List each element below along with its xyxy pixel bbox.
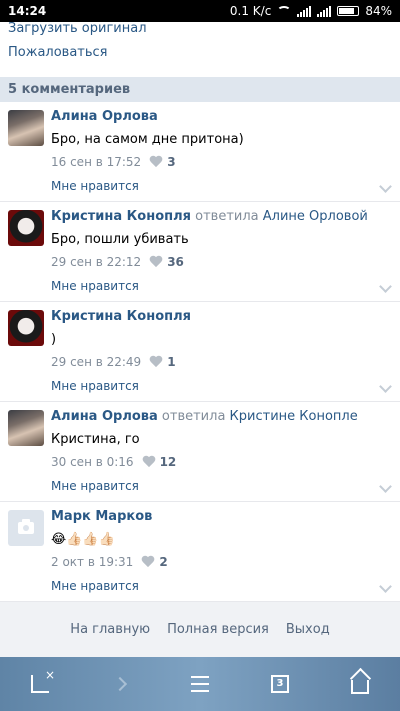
home-button[interactable] [346,670,374,698]
avatar[interactable] [8,310,44,346]
comment-author[interactable]: Алина Орлова [51,409,158,424]
avatar[interactable] [8,510,44,546]
comments-count-header: 5 комментариев [0,77,400,102]
like-button[interactable]: Мне нравится [51,579,139,593]
tabs-button[interactable]: 3 [266,670,294,698]
heart-icon [141,556,155,568]
signal-icon [297,5,312,17]
like-count: 12 [159,455,177,469]
heart-icon [149,156,163,168]
close-crop-icon: × [31,668,55,693]
comment-text: 😂👍🏻👍🏻👍🏻 [51,532,115,547]
home-icon [351,680,369,694]
like-count: 36 [167,255,184,269]
avatar[interactable] [8,210,44,246]
comment-date[interactable]: 16 сен в 17:52 [51,155,141,169]
comment-date[interactable]: 29 сен в 22:49 [51,355,141,369]
upload-original-link[interactable]: Загрузить оригинал [0,22,400,46]
comment-date[interactable]: 30 сен в 0:16 [51,455,134,469]
comment-item: Марк Марков 😂👍🏻👍🏻👍🏻 2 окт в 19:31 2 Мне … [0,502,400,602]
comment-author[interactable]: Алина Орлова [51,109,158,124]
report-link[interactable]: Пожаловаться [0,46,400,72]
avatar[interactable] [8,410,44,446]
chevron-down-icon[interactable] [379,580,392,593]
photo-actions: Загрузить оригинал Пожаловаться [0,22,400,72]
reply-word: ответила [161,409,226,424]
like-count: 2 [159,555,168,569]
comment-text: ) [51,332,57,347]
comment-date[interactable]: 29 сен в 22:12 [51,255,141,269]
like-count: 3 [167,155,176,169]
like-button[interactable]: Мне нравится [51,479,139,493]
chevron-right-icon [112,676,128,692]
comment-text: Бро, пошли убивать [51,232,189,247]
camera-icon [18,519,34,534]
comment-item: Кристина Конопля ответила Алине Орловой … [0,202,400,302]
chevron-down-icon[interactable] [379,180,392,193]
logout-link[interactable]: Выход [286,622,330,637]
comment-author[interactable]: Кристина Конопля [51,309,191,324]
browser-navbar: × 3 [0,657,400,711]
forward-button[interactable] [106,670,134,698]
chevron-down-icon[interactable] [379,480,392,493]
reply-word: ответила [195,209,259,224]
chevron-down-icon[interactable] [379,280,392,293]
comments-list: Алина Орлова Бро, на самом дне притона) … [0,102,400,602]
chevron-down-icon[interactable] [379,380,392,393]
home-link[interactable]: На главную [70,622,150,637]
status-bar: 14:24 0.1 K/c 84% [0,0,400,22]
status-time: 14:24 [8,4,47,18]
comment-author[interactable]: Марк Марков [51,509,152,524]
reply-to-link[interactable]: Кристине Конопле [230,409,358,424]
battery-icon [337,6,360,16]
menu-button[interactable] [186,670,214,698]
like-count: 1 [167,355,176,369]
comment-item: Алина Орлова Бро, на самом дне притона) … [0,102,400,202]
comment-item: Кристина Конопля ) 29 сен в 22:49 1 Мне … [0,302,400,402]
comment-date[interactable]: 2 окт в 19:31 [51,555,133,569]
comment-text: Кристина, го [51,432,140,447]
battery-percent: 84% [365,4,392,18]
full-version-link[interactable]: Полная версия [167,622,269,637]
like-button[interactable]: Мне нравится [51,279,139,293]
signal-icon-2 [317,5,332,17]
reply-to-link[interactable]: Алине Орловой [263,209,368,224]
wifi-icon [277,6,292,16]
status-right: 0.1 K/c 84% [230,4,392,18]
like-button[interactable]: Мне нравится [51,379,139,393]
comment-item: Алина Орлова ответила Кристине Конопле К… [0,402,400,502]
network-speed: 0.1 K/c [229,4,272,18]
heart-icon [149,356,163,368]
heart-icon [142,456,156,468]
comment-text: Бро, на самом дне притона) [51,132,244,147]
menu-icon [191,676,209,692]
heart-icon [149,256,163,268]
new-tab-button[interactable]: × [26,668,55,698]
like-button[interactable]: Мне нравится [51,179,139,193]
footer-links: На главную Полная версия Выход [0,602,400,657]
comment-author[interactable]: Кристина Конопля [51,209,191,224]
avatar[interactable] [8,110,44,146]
tabs-icon: 3 [271,675,289,693]
